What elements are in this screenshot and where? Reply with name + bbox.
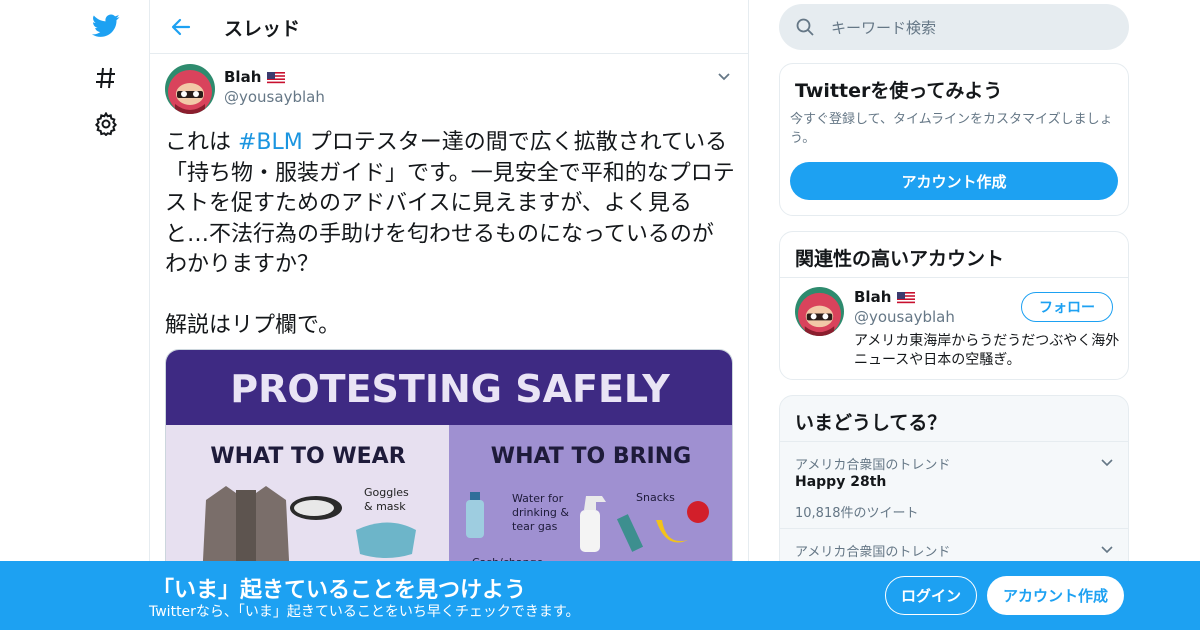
banner-subtitle: Twitterなら、「いま」起きていることをいち早くチェックできます。 xyxy=(149,604,580,620)
gear-icon[interactable] xyxy=(92,110,120,138)
twitter-bird-icon[interactable] xyxy=(92,12,120,40)
login-button[interactable]: ログイン xyxy=(885,576,977,615)
image-title: PROTESTING SAFELY xyxy=(230,367,670,411)
water-label-2: drinking & xyxy=(512,506,569,519)
us-flag-icon xyxy=(267,71,286,85)
trends-card-title: いまどうしてる？ xyxy=(795,412,947,434)
left-nav xyxy=(80,0,150,630)
mask-illustration xyxy=(356,522,416,558)
page-title: スレッド xyxy=(224,18,301,40)
related-card-title: 関連性の高いアカウント xyxy=(795,248,1005,270)
signup-card: Twitterを使ってみよう 今すぐ登録して、タイムラインをカスタマイズしましょ… xyxy=(779,63,1129,216)
create-account-button[interactable]: アカウント作成 xyxy=(790,162,1118,200)
thread-column: スレッド Blah @yousayblah これは #BLM プロテスター達の間… xyxy=(149,0,749,630)
hashtag-link[interactable]: #BLM xyxy=(238,130,303,155)
follow-button[interactable]: フォロー xyxy=(1021,292,1113,322)
hashtag-icon[interactable] xyxy=(92,64,120,92)
thread-header: スレッド xyxy=(150,0,748,54)
search-input[interactable]: キーワード検索 xyxy=(831,17,936,38)
chevron-down-icon[interactable] xyxy=(1100,454,1114,468)
water-label-1: Water for xyxy=(512,492,564,505)
related-account-bio: アメリカ東海岸からうだうだつぶやく海外ニュースや日本の空騒ぎ。 xyxy=(854,333,1120,368)
avatar[interactable] xyxy=(795,287,844,336)
us-flag-icon xyxy=(897,291,916,305)
divider xyxy=(780,277,1128,278)
related-account-name[interactable]: Blah xyxy=(854,288,916,306)
author-handle[interactable]: @yousayblah xyxy=(224,88,325,106)
tweet-text: これは #BLM プロテスター達の間で広く拡散されている「持ち物・服装ガイド」で… xyxy=(165,128,735,342)
tweet-text-post: プロテスター達の間で広く拡散されている「持ち物・服装ガイド」です。一見安全で平和… xyxy=(165,130,735,338)
chevron-down-icon[interactable] xyxy=(1100,541,1114,555)
chevron-down-icon[interactable] xyxy=(716,68,732,84)
author-name[interactable]: Blah xyxy=(224,68,286,86)
trend-name[interactable]: Happy 28th xyxy=(795,474,886,490)
image-right-heading: WHAT TO BRING xyxy=(491,444,691,469)
trend-meta: アメリカ合衆国のトレンド xyxy=(795,458,951,473)
related-accounts-card: 関連性の高いアカウント Blah @yousayblah フォロー アメリカ東海… xyxy=(779,231,1129,380)
related-account-name-text[interactable]: Blah xyxy=(854,288,891,306)
author-name-text[interactable]: Blah xyxy=(224,68,261,86)
trend-meta: アメリカ合衆国のトレンド xyxy=(795,545,951,560)
signup-card-description: 今すぐ登録して、タイムラインをカスタマイズしましょう。 xyxy=(790,112,1113,146)
apple-illustration xyxy=(687,501,709,523)
search-icon xyxy=(795,17,815,37)
signup-button[interactable]: アカウント作成 xyxy=(987,576,1124,615)
tweet-text-pre: これは xyxy=(165,130,238,155)
goggles-label-2: & mask xyxy=(364,500,406,513)
search-box[interactable]: キーワード検索 xyxy=(779,4,1129,50)
goggles-illustration xyxy=(290,496,342,520)
trend-count: 10,818件のツイート xyxy=(795,506,919,521)
avatar[interactable] xyxy=(165,64,215,114)
snacks-label: Snacks xyxy=(636,491,675,504)
goggles-label-1: Goggles xyxy=(364,486,409,499)
signup-card-title: Twitterを使ってみよう xyxy=(795,80,1003,102)
water-label-3: tear gas xyxy=(512,520,558,533)
signup-banner: 「いま」起きていることを見つけよう Twitterなら、「いま」起きていることを… xyxy=(0,561,1200,630)
trend-item[interactable]: アメリカ合衆国のトレンド Happy 28th 10,818件のツイート xyxy=(780,441,1128,528)
back-arrow-icon[interactable] xyxy=(168,14,194,40)
banner-title: 「いま」起きていることを見つけよう xyxy=(152,578,527,603)
image-left-heading: WHAT TO WEAR xyxy=(210,444,405,469)
related-account-handle[interactable]: @yousayblah xyxy=(854,308,955,326)
